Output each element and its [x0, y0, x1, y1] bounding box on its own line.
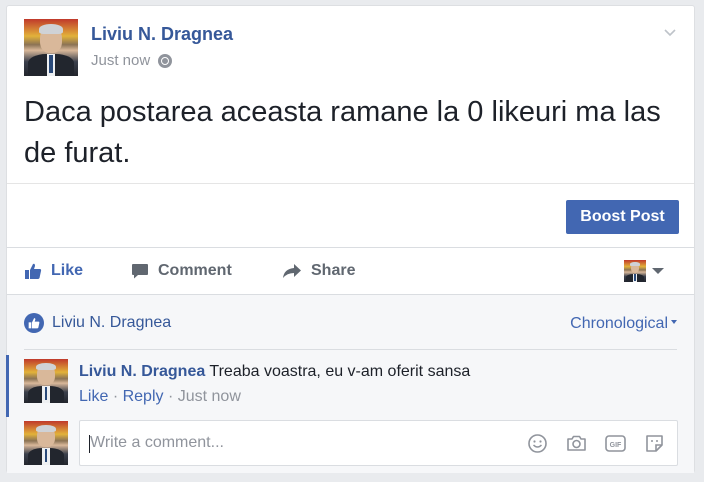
post-card: Liviu N. Dragnea Just now Daca postarea …	[6, 5, 695, 473]
separator-dot: ·	[167, 388, 174, 405]
commenter-name[interactable]: Liviu N. Dragnea	[79, 363, 205, 380]
post-text: Daca postarea aceasta ramane la 0 likeur…	[24, 96, 661, 169]
comment-icon	[132, 264, 148, 279]
comment-body: Liviu N. Dragnea Treaba voastra, eu v-am…	[79, 363, 470, 381]
comments-section: Liviu N. Dragnea Chronological Liviu N. …	[6, 294, 694, 473]
like-reaction-icon	[24, 313, 44, 333]
emoji-icon[interactable]	[527, 433, 548, 454]
author-avatar[interactable]	[24, 19, 78, 76]
sticker-icon[interactable]	[644, 433, 665, 454]
liker-name[interactable]: Liviu N. Dragnea	[52, 314, 171, 332]
post-timestamp[interactable]: Just now	[91, 52, 150, 69]
my-avatar	[24, 421, 68, 465]
write-comment-box[interactable]: GIF	[79, 420, 678, 466]
new-comment-marker	[6, 355, 9, 417]
commenter-avatar[interactable]	[24, 359, 68, 403]
camera-icon[interactable]	[566, 433, 587, 454]
likes-summary[interactable]: Liviu N. Dragnea	[24, 313, 171, 333]
comment-tools: GIF	[527, 433, 665, 454]
comment-actions: Like · Reply · Just now	[79, 388, 241, 406]
comment-text: Treaba voastra, eu v-am oferit sansa	[209, 363, 471, 380]
comment-sort-dropdown[interactable]: Chronological	[570, 315, 677, 333]
boost-post-button[interactable]: Boost Post	[566, 200, 679, 234]
actor-selector[interactable]	[624, 260, 664, 282]
caret-down-icon	[671, 320, 677, 324]
caret-down-icon	[652, 268, 664, 274]
comment-label: Comment	[158, 262, 232, 279]
post-actions-bar: Like Comment Share	[7, 248, 694, 294]
share-label: Share	[311, 262, 356, 279]
comment-button[interactable]: Comment	[131, 248, 232, 294]
sort-label: Chronological	[570, 315, 668, 332]
comment-timestamp[interactable]: Just now	[178, 388, 241, 405]
like-label: Like	[51, 262, 84, 279]
separator-dot: ·	[112, 388, 119, 405]
post-author-name[interactable]: Liviu N. Dragnea	[91, 24, 233, 45]
comment-like-link[interactable]: Like	[79, 388, 108, 405]
divider	[7, 183, 694, 184]
share-button[interactable]: Share	[282, 248, 355, 294]
like-button[interactable]: Like	[24, 248, 83, 294]
divider	[24, 349, 677, 350]
share-arrow-icon	[283, 264, 301, 278]
svg-text:GIF: GIF	[610, 442, 622, 449]
thumbs-up-icon	[25, 263, 42, 279]
post-meta: Just now	[91, 52, 173, 69]
chevron-down-icon[interactable]	[664, 26, 676, 38]
actor-avatar	[624, 260, 646, 282]
comment-reply-link[interactable]: Reply	[123, 388, 164, 405]
globe-icon[interactable]	[158, 53, 173, 68]
gif-icon[interactable]: GIF	[605, 433, 626, 454]
comment-input[interactable]	[90, 421, 510, 465]
